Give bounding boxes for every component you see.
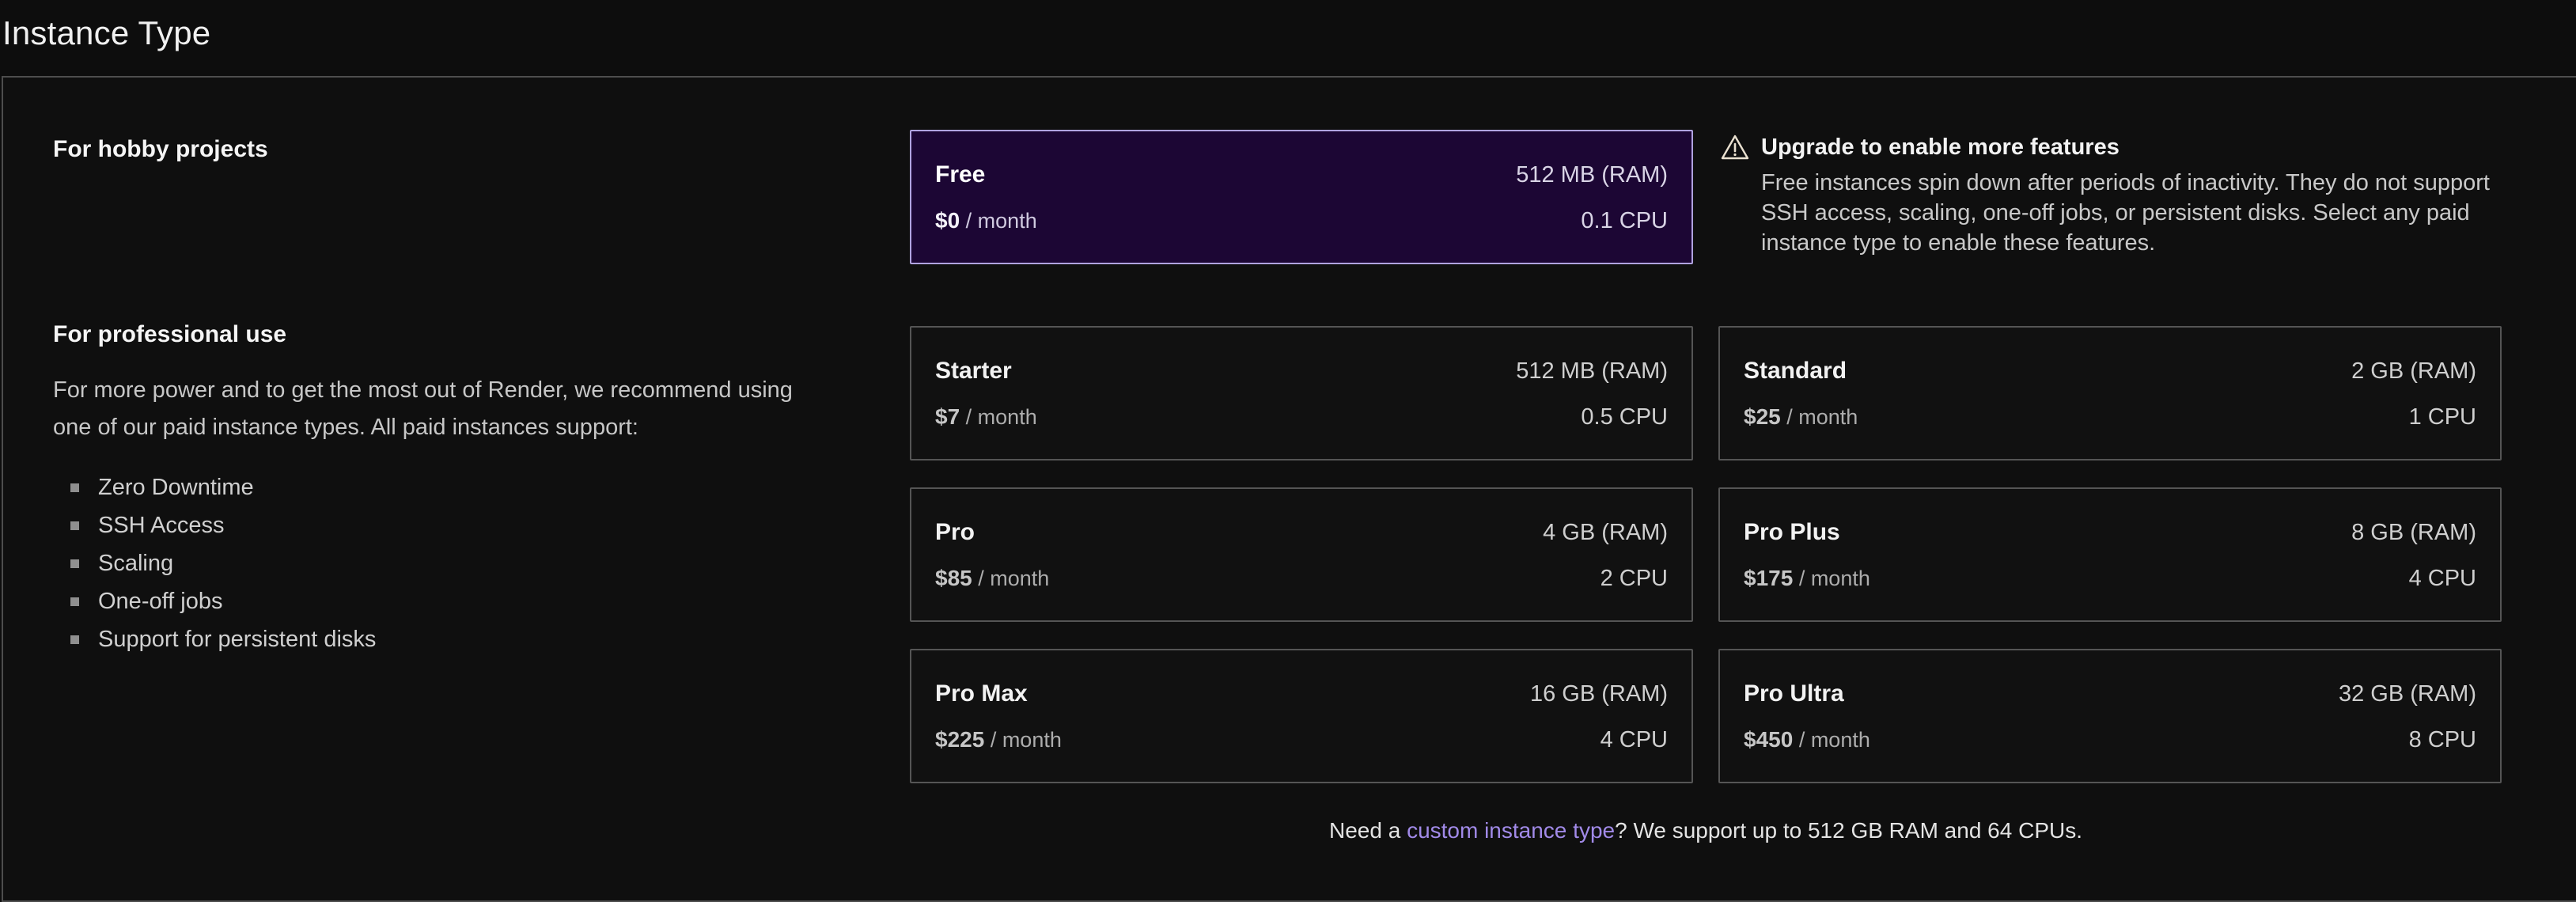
bullet-icon	[70, 597, 79, 606]
instance-price: $450	[1744, 727, 1793, 752]
instance-price-period: / month	[966, 209, 1037, 233]
feature-label: SSH Access	[98, 513, 225, 539]
instance-card-pro-max[interactable]: Pro Max 16 GB (RAM) $225 / month 4 CPU	[910, 649, 1693, 783]
instance-cpu: 4 CPU	[2409, 566, 2476, 592]
instance-card-standard[interactable]: Standard 2 GB (RAM) $25 / month 1 CPU	[1718, 326, 2502, 460]
instance-cpu: 4 CPU	[1601, 727, 1668, 753]
instance-cpu: 0.1 CPU	[1581, 208, 1668, 234]
instance-type-panel: For hobby projects For professional use …	[2, 76, 2576, 902]
instance-name: Free	[935, 161, 985, 188]
feature-label: Scaling	[98, 551, 173, 577]
instance-price: $85	[935, 566, 972, 590]
instance-name: Standard	[1744, 358, 1847, 385]
instance-price-period: / month	[966, 405, 1037, 429]
instance-price-period: / month	[1799, 567, 1870, 590]
instance-name: Pro Max	[935, 680, 1028, 707]
bullet-icon	[70, 635, 79, 644]
instance-price: $225	[935, 727, 984, 752]
bullet-icon	[70, 521, 79, 530]
instance-ram: 512 MB (RAM)	[1516, 358, 1668, 385]
bullet-icon	[70, 483, 79, 492]
page-title: Instance Type	[2, 8, 210, 59]
instance-ram: 4 GB (RAM)	[1543, 520, 1668, 546]
paid-feature-list: Zero Downtime SSH Access Scaling One-off…	[53, 468, 813, 658]
feature-label: Zero Downtime	[98, 475, 254, 501]
instance-ram: 8 GB (RAM)	[2351, 520, 2476, 546]
feature-label: Support for persistent disks	[98, 627, 376, 653]
instance-price: $25	[1744, 404, 1781, 429]
professional-section: For professional use For more power and …	[53, 320, 813, 658]
instance-name: Pro Ultra	[1744, 680, 1844, 707]
professional-section-description: For more power and to get the most out o…	[53, 372, 805, 446]
upgrade-warning-note: Upgrade to enable more features Free ins…	[1718, 130, 2502, 264]
professional-section-label: For professional use	[53, 320, 813, 350]
feature-label: One-off jobs	[98, 589, 222, 615]
instance-name: Pro Plus	[1744, 519, 1840, 546]
instance-card-pro-plus[interactable]: Pro Plus 8 GB (RAM) $175 / month 4 CPU	[1718, 487, 2502, 622]
instance-cpu: 2 CPU	[1601, 566, 1668, 592]
custom-note-suffix: ? We support up to 512 GB RAM and 64 CPU…	[1615, 818, 2082, 843]
instance-cards: Free 512 MB (RAM) $0 / month 0.1 CPU Upg…	[910, 130, 2502, 847]
instance-card-pro[interactable]: Pro 4 GB (RAM) $85 / month 2 CPU	[910, 487, 1693, 622]
hobby-section-label: For hobby projects	[53, 135, 268, 165]
instance-price: $0	[935, 208, 960, 233]
list-item: Support for persistent disks	[53, 620, 813, 658]
list-item: Scaling	[53, 544, 813, 582]
instance-ram: 16 GB (RAM)	[1530, 681, 1668, 707]
instance-name: Pro	[935, 519, 975, 546]
instance-ram: 32 GB (RAM)	[2339, 681, 2476, 707]
instance-price-period: / month	[1786, 405, 1858, 429]
instance-name: Starter	[935, 358, 1012, 385]
custom-instance-type-link[interactable]: custom instance type	[1407, 818, 1615, 843]
list-item: Zero Downtime	[53, 468, 813, 506]
instance-price: $7	[935, 404, 960, 429]
instance-card-starter[interactable]: Starter 512 MB (RAM) $7 / month 0.5 CPU	[910, 326, 1693, 460]
warning-triangle-icon	[1720, 133, 1750, 161]
list-item: One-off jobs	[53, 582, 813, 620]
instance-price-period: / month	[1799, 728, 1870, 752]
bullet-icon	[70, 559, 79, 568]
instance-price: $175	[1744, 566, 1793, 590]
instance-price-period: / month	[991, 728, 1062, 752]
instance-ram: 2 GB (RAM)	[2351, 358, 2476, 385]
instance-card-free[interactable]: Free 512 MB (RAM) $0 / month 0.1 CPU	[910, 130, 1693, 264]
list-item: SSH Access	[53, 506, 813, 544]
instance-card-pro-ultra[interactable]: Pro Ultra 32 GB (RAM) $450 / month 8 CPU	[1718, 649, 2502, 783]
custom-instance-note: Need a custom instance type? We support …	[910, 815, 2502, 847]
instance-cpu: 0.5 CPU	[1581, 404, 1668, 430]
instance-price-period: / month	[978, 567, 1049, 590]
warning-body: Free instances spin down after periods o…	[1761, 168, 2497, 258]
instance-cpu: 8 CPU	[2409, 727, 2476, 753]
custom-note-prefix: Need a	[1329, 818, 1407, 843]
instance-cpu: 1 CPU	[2409, 404, 2476, 430]
instance-ram: 512 MB (RAM)	[1516, 162, 1668, 188]
warning-title: Upgrade to enable more features	[1761, 131, 2497, 163]
